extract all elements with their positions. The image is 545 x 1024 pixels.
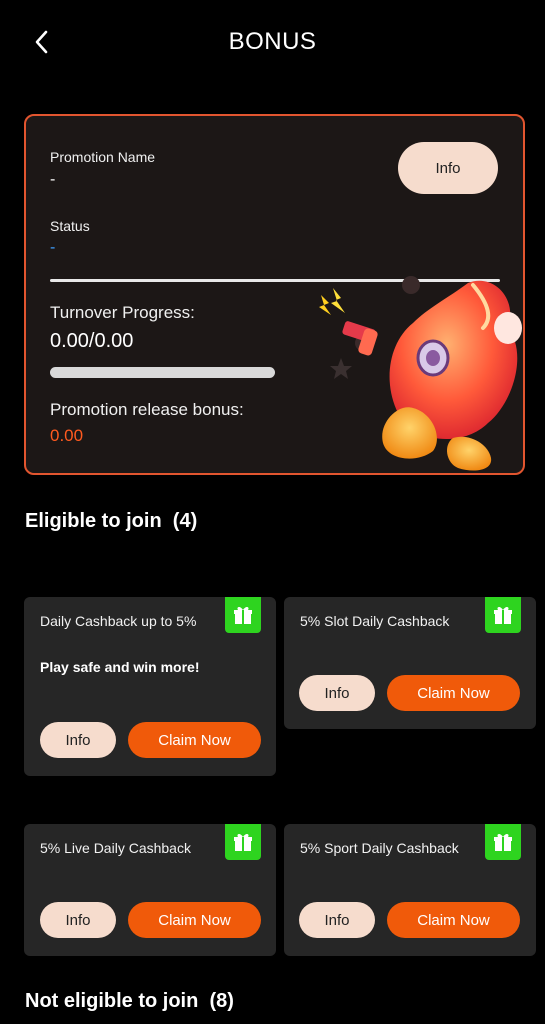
release-bonus-label: Promotion release bonus:: [50, 400, 244, 419]
promo-name: 5% Live Daily Cashback: [40, 840, 191, 856]
claim-now-button[interactable]: Claim Now: [387, 675, 520, 711]
claim-now-button[interactable]: Claim Now: [128, 902, 261, 938]
info-button[interactable]: Info: [299, 902, 375, 938]
info-button[interactable]: Info: [40, 722, 116, 758]
promo-card: 5% Slot Daily Cashback Info Claim Now: [284, 597, 536, 729]
promo-name: 5% Sport Daily Cashback: [300, 840, 459, 856]
not-eligible-title: Not eligible to join: [25, 990, 199, 1012]
not-eligible-count: (8): [209, 990, 234, 1012]
gift-icon: [225, 597, 261, 633]
claim-now-button[interactable]: Claim Now: [387, 902, 520, 938]
promo-card: 5% Sport Daily Cashback Info Claim Now: [284, 824, 536, 956]
status-label: Status: [50, 218, 90, 234]
promotion-info-button[interactable]: Info: [398, 142, 498, 194]
promo-name: 5% Slot Daily Cashback: [300, 613, 450, 629]
gift-icon: [485, 597, 521, 633]
page-title: BONUS: [228, 28, 317, 55]
promo-card: Daily Cashback up to 5% Play safe and wi…: [24, 597, 276, 776]
promo-description: Play safe and win more!: [40, 659, 200, 675]
bonus-summary-card: Promotion Name - Status - Info Turnover …: [24, 114, 525, 475]
info-button[interactable]: Info: [299, 675, 375, 711]
claim-now-button[interactable]: Claim Now: [128, 722, 261, 758]
release-bonus-value: 0.00: [50, 426, 84, 445]
promo-card: 5% Live Daily Cashback Info Claim Now: [24, 824, 276, 956]
eligible-count: (4): [172, 510, 198, 532]
gift-icon: [225, 824, 261, 860]
eligible-title: Eligible to join: [25, 510, 162, 532]
status-value: -: [50, 239, 56, 256]
info-button[interactable]: Info: [40, 902, 116, 938]
turnover-progress-label: Turnover Progress:: [50, 303, 195, 322]
eligible-section-title: Eligible to join (4): [25, 510, 197, 533]
turnover-progress-value: 0.00/0.00: [50, 330, 134, 352]
promotion-name-label: Promotion Name: [50, 149, 156, 165]
promotion-name-value: -: [50, 171, 56, 188]
turnover-progress-bar: [50, 367, 275, 378]
top-bar: BONUS: [0, 0, 545, 84]
promo-name: Daily Cashback up to 5%: [40, 613, 197, 629]
gift-icon: [485, 824, 521, 860]
not-eligible-section-title: Not eligible to join (8): [25, 990, 234, 1013]
mascot-illustration: [303, 273, 523, 473]
